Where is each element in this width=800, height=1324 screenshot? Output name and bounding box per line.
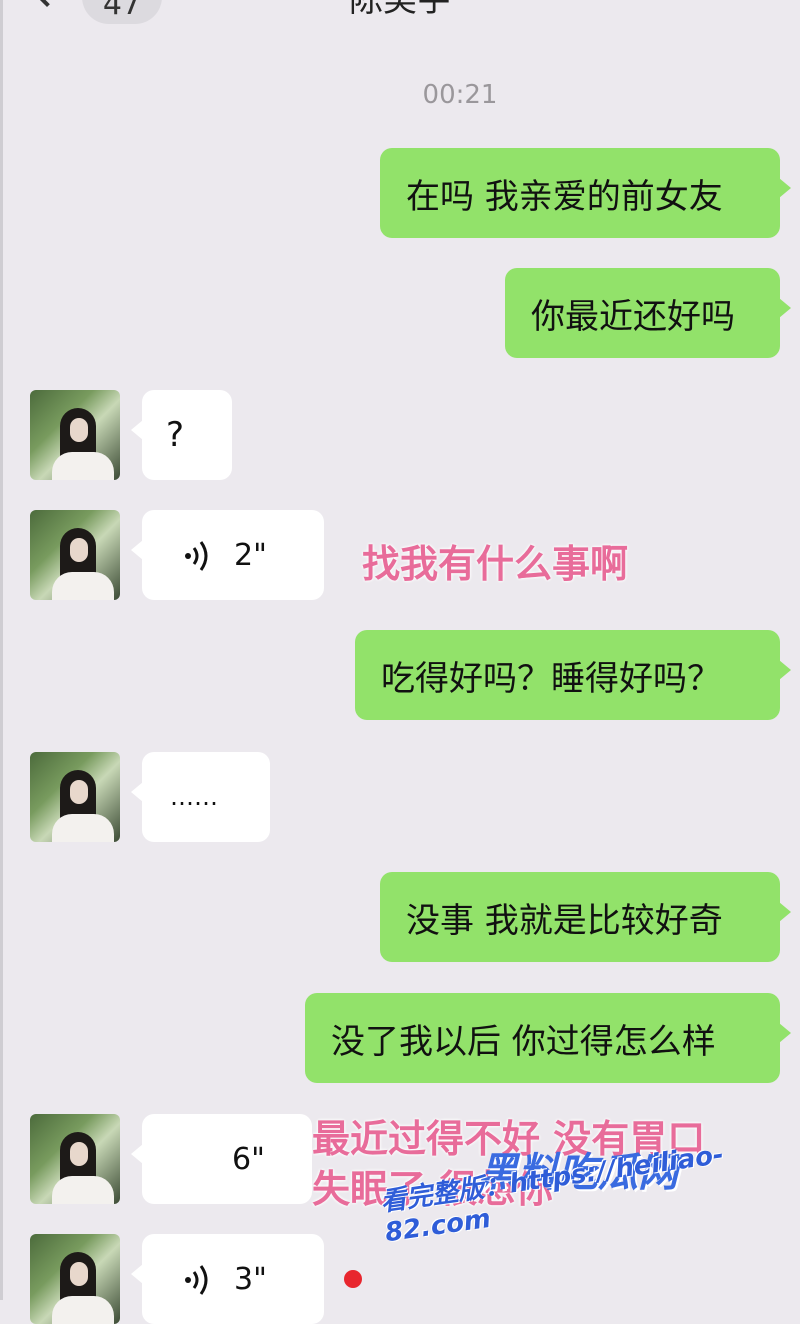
message-timestamp: 00:21 — [422, 80, 498, 110]
message-text: 吃得好吗？睡得好吗？ — [381, 658, 721, 699]
caption-text: 找我有什么事啊 — [362, 542, 629, 586]
outgoing-message[interactable]: 你最近还好吗 — [505, 268, 791, 358]
message-text: 没了我以后 你过得怎么样 — [331, 1021, 716, 1062]
voice-message[interactable]: 6" — [131, 1114, 312, 1204]
outgoing-message[interactable]: 没了我以后 你过得怎么样 — [305, 993, 791, 1083]
contact-avatar[interactable] — [30, 1114, 120, 1204]
chat-title: 陈美宇 — [349, 0, 451, 20]
incoming-message[interactable]: ? — [131, 390, 232, 480]
voice-message[interactable]: 3" — [131, 1234, 324, 1324]
contact-avatar[interactable] — [30, 510, 120, 600]
voice-wave-icon — [185, 1265, 208, 1295]
incoming-message[interactable]: …… — [131, 752, 270, 842]
voice-duration: 3" — [234, 1261, 267, 1297]
message-text: 没事 我就是比较好奇 — [406, 900, 723, 941]
screen-edge — [0, 0, 3, 1300]
message-text: …… — [170, 783, 218, 811]
contact-avatar[interactable] — [30, 1234, 120, 1324]
contact-avatar[interactable] — [30, 390, 120, 480]
voice-message[interactable]: 2" — [131, 510, 324, 600]
unplayed-dot — [344, 1270, 362, 1288]
contact-avatar[interactable] — [30, 752, 120, 842]
outgoing-message[interactable]: 没事 我就是比较好奇 — [380, 872, 791, 962]
voice-wave-icon — [185, 541, 208, 571]
message-text: 你最近还好吗 — [531, 296, 735, 337]
message-text: ? — [166, 415, 185, 455]
voice-duration: 2" — [234, 537, 267, 573]
message-text: 在吗 我亲爱的前女友 — [406, 176, 723, 217]
outgoing-message[interactable]: 吃得好吗？睡得好吗？ — [355, 630, 791, 720]
voice-duration: 6" — [232, 1141, 265, 1177]
outgoing-message[interactable]: 在吗 我亲爱的前女友 — [380, 148, 791, 238]
